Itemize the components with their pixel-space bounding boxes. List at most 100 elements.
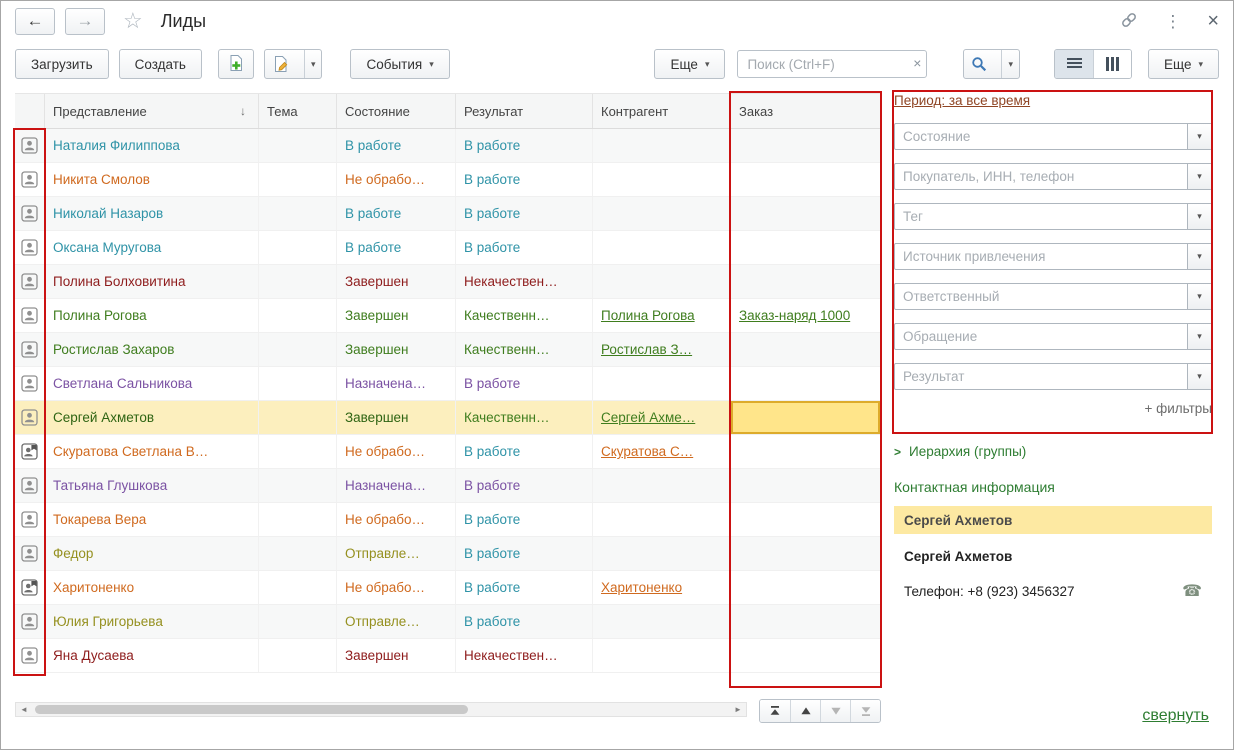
scrollbar-thumb[interactable]: [35, 705, 468, 714]
search-split-button[interactable]: ▾: [963, 49, 1020, 79]
column-header-counterparty[interactable]: Контрагент: [593, 94, 731, 128]
back-button[interactable]: ←: [15, 7, 55, 35]
filter-combo[interactable]: Покупатель, ИНН, телефон ▾: [894, 163, 1212, 190]
lead-theme: [259, 197, 337, 230]
collapse-link[interactable]: свернуть: [1142, 707, 1209, 725]
load-button[interactable]: Загрузить: [15, 49, 109, 79]
chevron-down-icon[interactable]: ▾: [1187, 164, 1211, 189]
link-icon[interactable]: [1120, 11, 1138, 32]
go-to-bottom-button[interactable]: [850, 700, 880, 722]
scroll-left-icon[interactable]: ◄: [16, 705, 32, 714]
lead-theme: [259, 639, 337, 672]
person-icon: [15, 503, 45, 536]
table-row[interactable]: Токарева Вера Не обрабо… В работе: [15, 503, 881, 537]
table-row[interactable]: Скуратова Светлана В… Не обрабо… В работе С…: [15, 435, 881, 469]
filter-placeholder: Состояние: [903, 129, 971, 144]
chevron-down-icon[interactable]: ▾: [303, 50, 322, 78]
table-row[interactable]: Юлия Григорьева Отправле… В работе: [15, 605, 881, 639]
table-row[interactable]: Николай Назаров В работе В работе: [15, 197, 881, 231]
column-header-theme[interactable]: Тема: [259, 94, 337, 128]
chevron-down-icon[interactable]: ▾: [1187, 284, 1211, 309]
scroll-right-icon[interactable]: ►: [730, 705, 746, 714]
counterparty-link[interactable]: Ростислав З…: [601, 342, 692, 357]
chevron-down-icon: ▾: [429, 58, 434, 69]
clear-search-icon[interactable]: ×: [913, 55, 921, 71]
hierarchy-group-toggle[interactable]: > Иерархия (группы): [894, 444, 1212, 459]
column-header-result[interactable]: Результат: [456, 94, 593, 128]
column-view-button[interactable]: [1093, 50, 1131, 78]
table-row[interactable]: Никита Смолов Не обрабо… В работе: [15, 163, 881, 197]
period-filter-link[interactable]: Период: за все время: [894, 93, 1030, 108]
lead-result: В работе: [456, 435, 593, 468]
horizontal-scrollbar[interactable]: ◄ ►: [15, 702, 747, 717]
kebab-menu-icon[interactable]: ⋮: [1164, 13, 1181, 30]
table-row[interactable]: Наталия Филиппова В работе В работе: [15, 129, 881, 163]
favorite-star-icon[interactable]: ☆: [123, 8, 143, 34]
chevron-down-icon[interactable]: ▾: [1001, 50, 1019, 78]
column-header-state[interactable]: Состояние: [337, 94, 456, 128]
counterparty-link[interactable]: Харитоненко: [601, 580, 682, 595]
lead-theme: [259, 537, 337, 570]
filter-combo[interactable]: Источник привлечения ▾: [894, 243, 1212, 270]
counterparty-link[interactable]: Сергей Ахме…: [601, 410, 695, 425]
filter-combo[interactable]: Состояние ▾: [894, 123, 1212, 150]
lead-name: Сергей Ахметов: [45, 401, 259, 434]
chevron-down-icon[interactable]: ▾: [1187, 204, 1211, 229]
lead-counterparty: [593, 469, 731, 502]
lead-order: [731, 639, 881, 672]
counterparty-link[interactable]: Полина Рогова: [601, 308, 695, 323]
filter-combo[interactable]: Результат ▾: [894, 363, 1212, 390]
table-row[interactable]: Татьяна Глушкова Назначена… В работе: [15, 469, 881, 503]
table-row[interactable]: Светлана Сальникова Назначена… В работе: [15, 367, 881, 401]
events-button[interactable]: События ▾: [350, 49, 450, 79]
more-button-left[interactable]: Еще ▾: [654, 49, 726, 79]
table-row[interactable]: Харитоненко Не обрабо… В работе Харитоненко: [15, 571, 881, 605]
forward-button[interactable]: →: [65, 7, 105, 35]
table-row[interactable]: Федор Отправле… В работе: [15, 537, 881, 571]
copy-document-split-button[interactable]: ▾: [263, 49, 323, 79]
lead-result: В работе: [456, 367, 593, 400]
person-icon: [15, 265, 45, 298]
list-view-button[interactable]: [1055, 50, 1093, 78]
lead-state: Завершен: [337, 265, 456, 298]
table-row[interactable]: Полина Болховитина Завершен Некачествен…: [15, 265, 881, 299]
table-row[interactable]: Полина Рогова Завершен Качественн… Полина Р…: [15, 299, 881, 333]
create-button[interactable]: Создать: [118, 49, 202, 79]
lead-result: В работе: [456, 537, 593, 570]
chevron-down-icon[interactable]: ▾: [1187, 364, 1211, 389]
lead-counterparty: [593, 639, 731, 672]
scrollbar-track[interactable]: [32, 703, 730, 716]
order-link[interactable]: Заказ-наряд 1000: [739, 308, 850, 323]
table-row[interactable]: Оксана Муругова В работе В работе: [15, 231, 881, 265]
move-up-button[interactable]: [790, 700, 820, 722]
contact-selected-row[interactable]: Сергей Ахметов: [894, 506, 1212, 534]
phone-icon[interactable]: ☎: [1182, 581, 1202, 601]
filter-combo[interactable]: Ответственный ▾: [894, 283, 1212, 310]
column-header-representation[interactable]: Представление ↓: [45, 94, 259, 128]
lead-state: Завершен: [337, 639, 456, 672]
filter-combo[interactable]: Тег ▾: [894, 203, 1212, 230]
lead-state: Не обрабо…: [337, 571, 456, 604]
chevron-down-icon[interactable]: ▾: [1187, 244, 1211, 269]
chevron-down-icon[interactable]: ▾: [1187, 324, 1211, 349]
lead-state: Назначена…: [337, 469, 456, 502]
edit-document-icon[interactable]: [265, 50, 297, 78]
lead-name: Никита Смолов: [45, 163, 259, 196]
lead-order: [731, 605, 881, 638]
table-row[interactable]: Ростислав Захаров Завершен Качественн… Рост…: [15, 333, 881, 367]
column-header-order[interactable]: Заказ: [731, 94, 881, 128]
filter-combo[interactable]: Обращение ▾: [894, 323, 1212, 350]
close-icon[interactable]: ×: [1207, 11, 1219, 31]
lead-theme: [259, 129, 337, 162]
search-input[interactable]: [737, 50, 928, 78]
add-filters-link[interactable]: + фильтры: [894, 401, 1212, 416]
more-button-right[interactable]: Еще ▾: [1148, 49, 1219, 79]
chevron-down-icon[interactable]: ▾: [1187, 124, 1211, 149]
counterparty-link[interactable]: Скуратова С…: [601, 444, 693, 459]
table-row[interactable]: Сергей Ахметов Завершен Качественн… Сергей …: [15, 401, 881, 435]
move-down-button[interactable]: [820, 700, 850, 722]
search-icon[interactable]: [964, 50, 994, 78]
go-to-top-button[interactable]: [760, 700, 790, 722]
create-new-document-button[interactable]: [217, 49, 254, 79]
table-row[interactable]: Яна Дусаева Завершен Некачествен…: [15, 639, 881, 673]
